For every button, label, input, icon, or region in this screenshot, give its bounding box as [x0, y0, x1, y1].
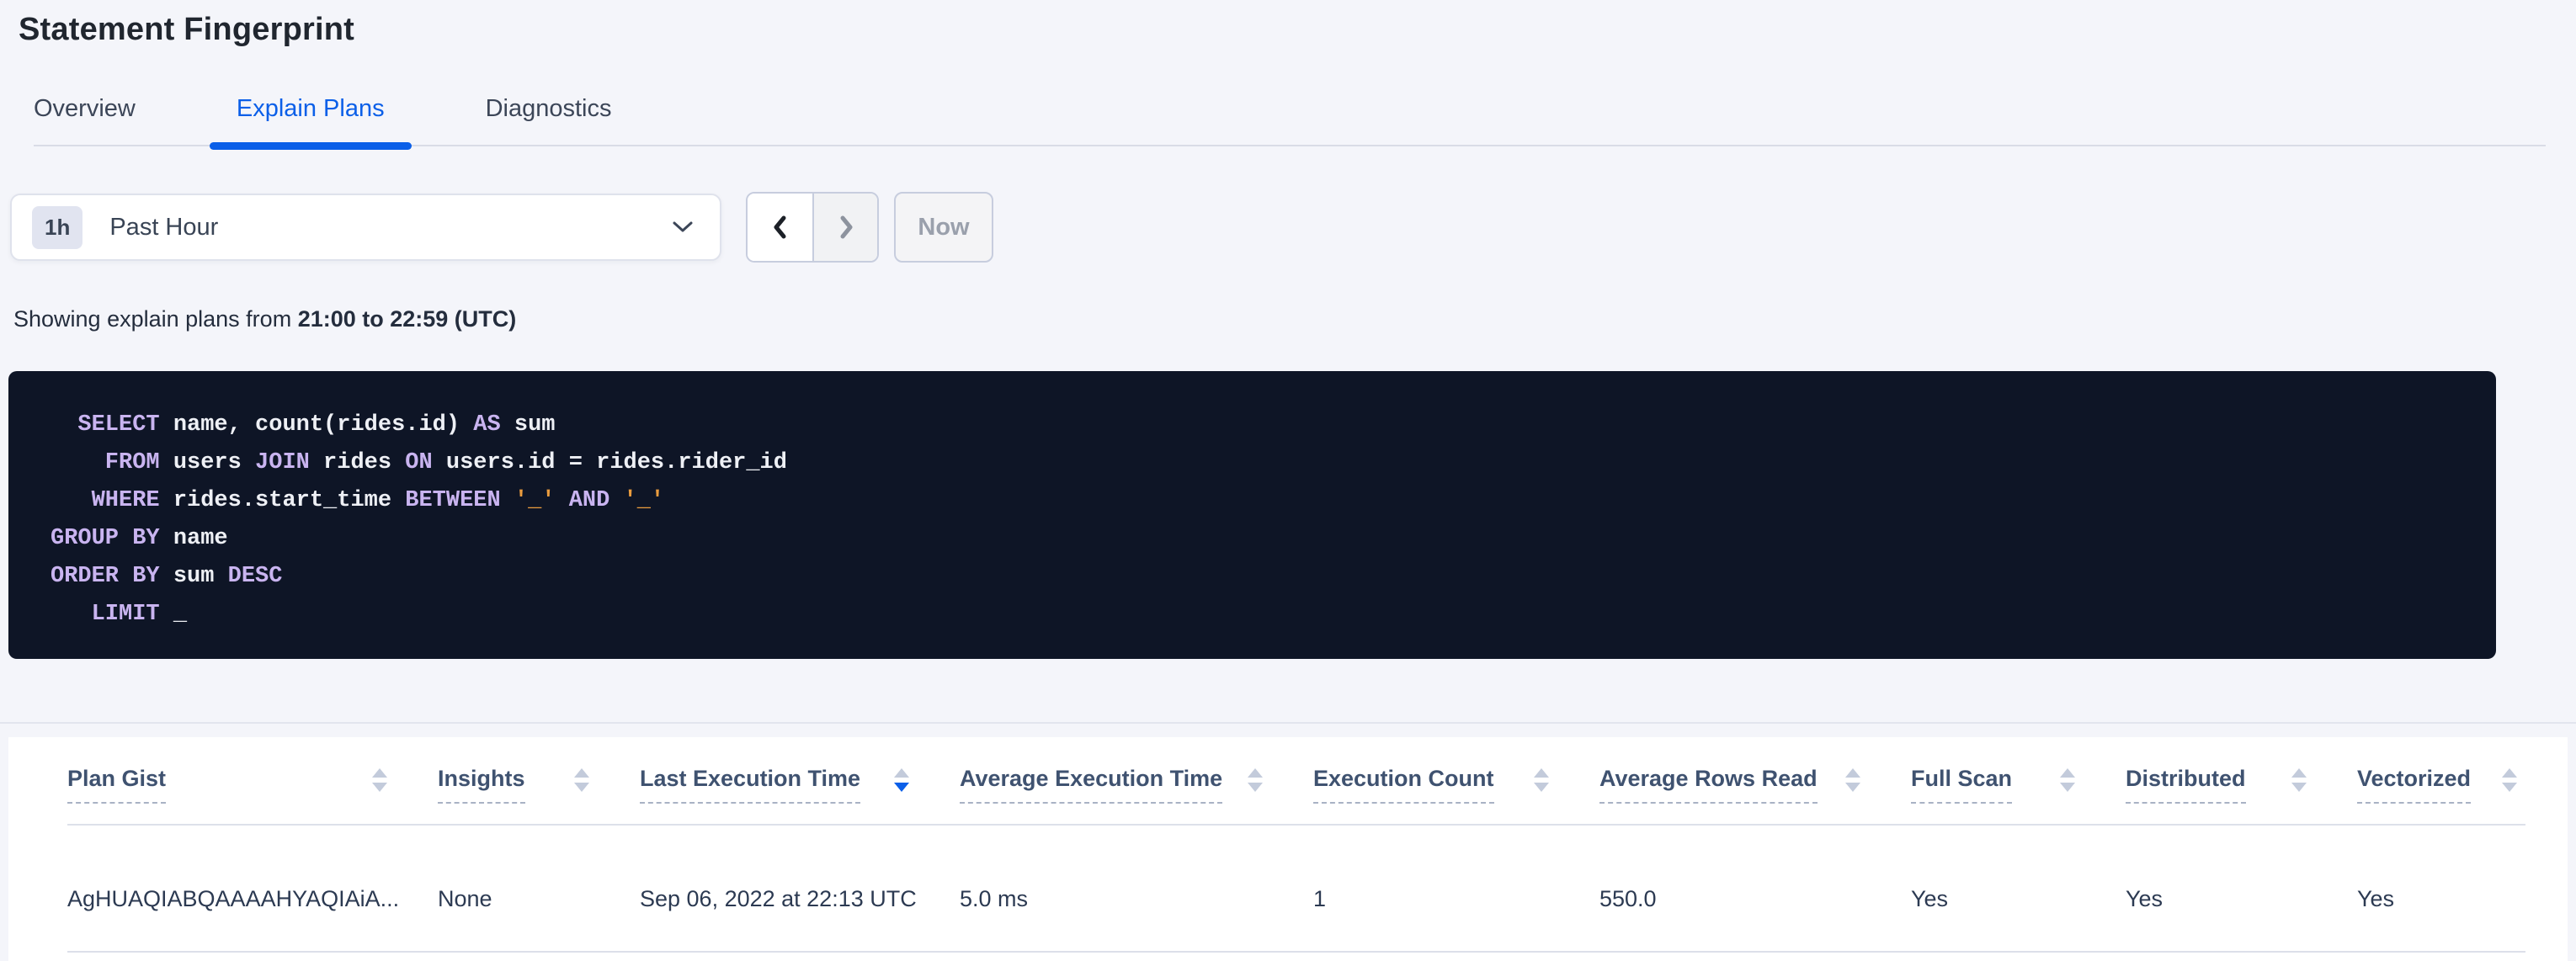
- tab-overview[interactable]: Overview: [34, 95, 136, 145]
- time-controls: 1h Past Hour Now: [10, 192, 2576, 263]
- explain-plans-table: Plan GistInsightsLast Execution TimeAver…: [8, 737, 2568, 961]
- cell-plan-gist[interactable]: AgHUAQIABQAAAAHYAQIAiA...: [67, 886, 438, 912]
- page-title: Statement Fingerprint: [0, 0, 2576, 48]
- sql-line: LIMIT _: [51, 596, 2462, 634]
- column-header-plan-gist[interactable]: Plan Gist: [67, 766, 438, 804]
- cell-average-rows-read: 550.0: [1599, 886, 1911, 912]
- table-body: AgHUAQIABQAAAAHYAQIAiA...NoneSep 06, 202…: [67, 826, 2525, 953]
- cell-average-execution-time: 5.0 ms: [960, 886, 1313, 912]
- sql-line: WHERE rides.start_time BETWEEN '_' AND '…: [51, 482, 2462, 520]
- status-range: 21:00 to 22:59 (UTC): [298, 306, 517, 332]
- now-button[interactable]: Now: [894, 192, 993, 263]
- sort-arrows-icon[interactable]: [894, 768, 909, 792]
- sql-statement-box: SELECT name, count(rides.id) AS sum FROM…: [8, 371, 2496, 659]
- column-header-execution-count[interactable]: Execution Count: [1313, 766, 1599, 804]
- next-time-button[interactable]: [812, 194, 877, 261]
- column-header-average-execution-time[interactable]: Average Execution Time: [960, 766, 1313, 804]
- cell-distributed: Yes: [2126, 886, 2357, 912]
- sort-arrows-icon[interactable]: [2060, 768, 2075, 792]
- time-range-dropdown[interactable]: 1h Past Hour: [10, 194, 721, 261]
- column-header-insights[interactable]: Insights: [438, 766, 640, 804]
- table-row: AgHUAQIABQAAAAHYAQIAiA...NoneSep 06, 202…: [67, 826, 2525, 953]
- time-range-badge: 1h: [32, 206, 82, 249]
- column-header-distributed[interactable]: Distributed: [2126, 766, 2357, 804]
- column-header-full-scan[interactable]: Full Scan: [1911, 766, 2126, 804]
- column-header-last-execution-time[interactable]: Last Execution Time: [640, 766, 960, 804]
- chevron-down-icon: [671, 220, 695, 235]
- status-prefix: Showing explain plans from: [13, 306, 298, 332]
- cell-insights: None: [438, 886, 640, 912]
- sort-arrows-icon[interactable]: [2502, 768, 2517, 792]
- cell-execution-count: 1: [1313, 886, 1599, 912]
- column-header-vectorized[interactable]: Vectorized: [2357, 766, 2525, 804]
- sql-line: GROUP BY name: [51, 520, 2462, 558]
- time-range-label: Past Hour: [109, 214, 671, 242]
- sort-arrows-icon[interactable]: [574, 768, 589, 792]
- cell-last-execution-time: Sep 06, 2022 at 22:13 UTC: [640, 886, 960, 912]
- sort-arrows-icon[interactable]: [372, 768, 387, 792]
- tab-explain-plans[interactable]: Explain Plans: [237, 95, 385, 145]
- cell-vectorized: Yes: [2357, 886, 2525, 912]
- sort-arrows-icon[interactable]: [1845, 768, 1860, 792]
- sort-arrows-icon[interactable]: [2291, 768, 2307, 792]
- sql-code: SELECT name, count(rides.id) AS sum FROM…: [51, 406, 2462, 634]
- time-nav-group: [746, 192, 879, 263]
- chevron-left-icon: [769, 213, 791, 242]
- table-header-row: Plan GistInsightsLast Execution TimeAver…: [67, 737, 2525, 826]
- chevron-right-icon: [835, 213, 857, 242]
- status-line: Showing explain plans from 21:00 to 22:5…: [13, 306, 2576, 332]
- sql-line: SELECT name, count(rides.id) AS sum: [51, 406, 2462, 444]
- tab-bar: Overview Explain Plans Diagnostics: [34, 95, 2546, 146]
- sql-line: ORDER BY sum DESC: [51, 558, 2462, 596]
- sql-line: FROM users JOIN rides ON users.id = ride…: [51, 444, 2462, 482]
- section-divider: [0, 722, 2576, 724]
- previous-time-button[interactable]: [748, 194, 812, 261]
- column-header-average-rows-read[interactable]: Average Rows Read: [1599, 766, 1911, 804]
- sort-arrows-icon[interactable]: [1248, 768, 1263, 792]
- sort-arrows-icon[interactable]: [1534, 768, 1549, 792]
- cell-full-scan: Yes: [1911, 886, 2126, 912]
- tab-diagnostics[interactable]: Diagnostics: [486, 95, 612, 145]
